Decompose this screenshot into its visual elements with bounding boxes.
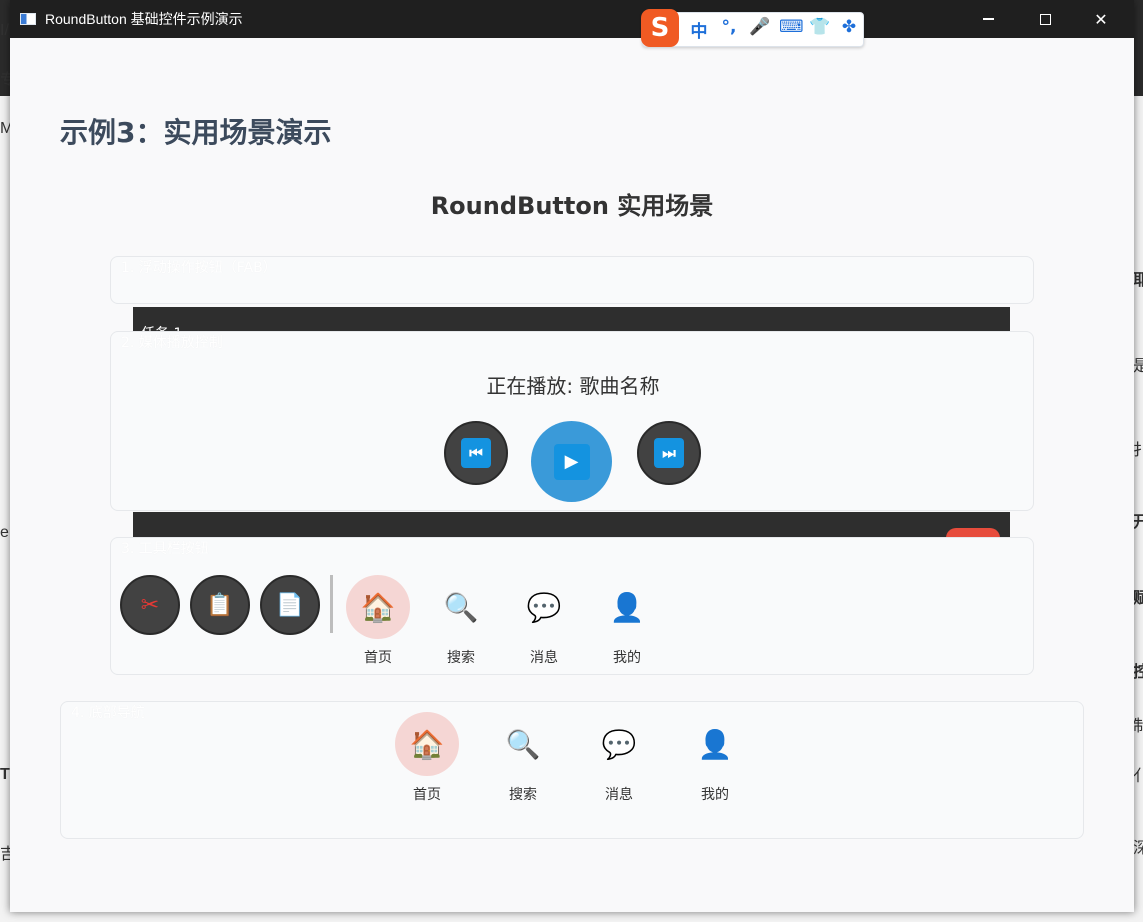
- nav-item-home[interactable]: 🏠 首页: [395, 712, 459, 804]
- background-text-fragment: 控: [1133, 664, 1143, 681]
- nav-item-message[interactable]: 💬 消息: [512, 575, 576, 667]
- ime-toolbar[interactable]: S 中 °, 🎤 ⌨ 👕 ✤: [641, 8, 864, 47]
- document-icon: 📄: [276, 592, 304, 618]
- nav-item-search[interactable]: 🔍 搜索: [429, 575, 493, 667]
- maximize-button[interactable]: [1022, 0, 1068, 38]
- background-text-fragment: 制: [1133, 718, 1143, 735]
- home-icon: 🏠: [395, 712, 459, 776]
- profile-icon: 👤: [609, 590, 645, 624]
- minimize-button[interactable]: [965, 0, 1011, 38]
- bottom-nav-section-title: 4. 底部导航: [71, 705, 145, 721]
- fab-task-list-strip: 任务 1: [133, 307, 1010, 342]
- app-icon: [20, 13, 36, 25]
- fab-background-strip: [133, 512, 1010, 537]
- previous-icon: ⏮: [461, 438, 491, 468]
- bottom-nav-section-card: 4. 底部导航 🏠 首页 🔍 搜索 💬 消息 👤 我的: [60, 701, 1084, 839]
- background-text-fragment: I/: [0, 22, 9, 39]
- close-button[interactable]: ✕: [1078, 0, 1124, 38]
- background-app-left-edge: [0, 96, 10, 922]
- cut-button[interactable]: ✂: [120, 575, 180, 635]
- search-icon: 🔍: [443, 590, 479, 624]
- nav-label-profile: 我的: [613, 650, 641, 666]
- previous-track-button[interactable]: ⏮: [444, 421, 508, 485]
- background-text-fragment: 赋: [1133, 590, 1143, 607]
- message-icon: 💬: [601, 727, 637, 761]
- title-bar[interactable]: RoundButton 基础控件示例演示 ✕: [10, 0, 1134, 38]
- background-text-fragment: M: [0, 120, 10, 137]
- background-text-fragment: 是: [1133, 358, 1143, 375]
- play-button[interactable]: ▶: [531, 421, 612, 502]
- maximize-icon: [1039, 13, 1051, 25]
- media-section-card: 2. 媒体播放控制 正在播放: 歌曲名称 ⏮ ▶ ⏭: [110, 331, 1034, 511]
- window-content: 示例3：实用场景演示 RoundButton 实用场景 1. 浮动操作按钮（FA…: [10, 38, 1134, 912]
- scissors-icon: ✂: [140, 592, 160, 618]
- profile-icon: 👤: [697, 727, 733, 761]
- background-text-fragment: 开: [1133, 514, 1143, 531]
- close-icon: ✕: [1094, 9, 1108, 29]
- main-window: RoundButton 基础控件示例演示 ✕ 示例3：实用场景演示 RoundB…: [10, 0, 1134, 912]
- nav-item-profile[interactable]: 👤 我的: [595, 575, 659, 667]
- skin-icon[interactable]: 👕: [809, 17, 830, 42]
- next-track-button[interactable]: ⏭: [637, 421, 701, 485]
- toolbar-section-card: 3. 工具栏按钮 ✂ 📋 📄 🏠 首页 🔍 搜索 💬 消息 👤 我的: [110, 537, 1034, 675]
- media-section-title: 2. 媒体播放控制: [121, 335, 223, 351]
- nav-label-message: 消息: [605, 787, 633, 803]
- nav-item-home[interactable]: 🏠 首页: [346, 575, 410, 667]
- sogou-logo-icon[interactable]: S: [641, 8, 679, 47]
- nav-item-profile[interactable]: 👤 我的: [683, 712, 747, 804]
- minimize-icon: [982, 18, 994, 20]
- play-icon: ▶: [553, 443, 590, 480]
- search-icon: 🔍: [505, 727, 541, 761]
- page-subtitle: RoundButton 实用场景: [430, 192, 714, 220]
- page-title: 示例3：实用场景演示: [60, 116, 332, 149]
- now-playing-label: 正在播放: 歌曲名称: [486, 374, 660, 398]
- nav-label-home: 首页: [364, 650, 392, 666]
- document-button[interactable]: 📄: [260, 575, 320, 635]
- background-text-fragment: 深: [1133, 840, 1143, 857]
- background-text-fragment: 扌: [1133, 442, 1143, 459]
- background-text-fragment: e: [0, 524, 9, 541]
- nav-item-search[interactable]: 🔍 搜索: [491, 712, 555, 804]
- next-icon: ⏭: [654, 438, 684, 468]
- background-text-fragment: 耶: [1133, 272, 1143, 289]
- keyboard-icon[interactable]: ⌨: [779, 17, 804, 42]
- toolbar-section-title: 3. 工具栏按钮: [121, 541, 209, 557]
- punctuation-mode-button[interactable]: °,: [719, 17, 739, 42]
- nav-label-home: 首页: [413, 787, 441, 803]
- chinese-mode-button[interactable]: 中: [689, 17, 709, 42]
- nav-label-search: 搜索: [509, 787, 537, 803]
- nav-label-search: 搜索: [447, 650, 475, 666]
- window-title: RoundButton 基础控件示例演示: [45, 11, 243, 27]
- fab-section-card: 1. 浮动操作按钮（FAB）: [110, 256, 1034, 304]
- background-text-fragment: 吉: [0, 846, 10, 863]
- paste-button[interactable]: 📋: [190, 575, 250, 635]
- toolbox-icon[interactable]: ✤: [839, 17, 859, 42]
- nav-label-message: 消息: [530, 650, 558, 666]
- background-text-fragment: 专: [0, 72, 10, 89]
- background-text-fragment: T: [0, 766, 10, 783]
- home-icon: 🏠: [346, 575, 410, 639]
- message-icon: 💬: [526, 590, 562, 624]
- fab-section-title: 1. 浮动操作按钮（FAB）: [121, 260, 277, 276]
- nav-label-profile: 我的: [701, 787, 729, 803]
- toolbar-divider: [330, 575, 333, 633]
- nav-item-message[interactable]: 💬 消息: [587, 712, 651, 804]
- microphone-icon[interactable]: 🎤: [749, 17, 770, 42]
- clipboard-icon: 📋: [206, 592, 234, 618]
- background-text-fragment: 亻: [1133, 768, 1143, 785]
